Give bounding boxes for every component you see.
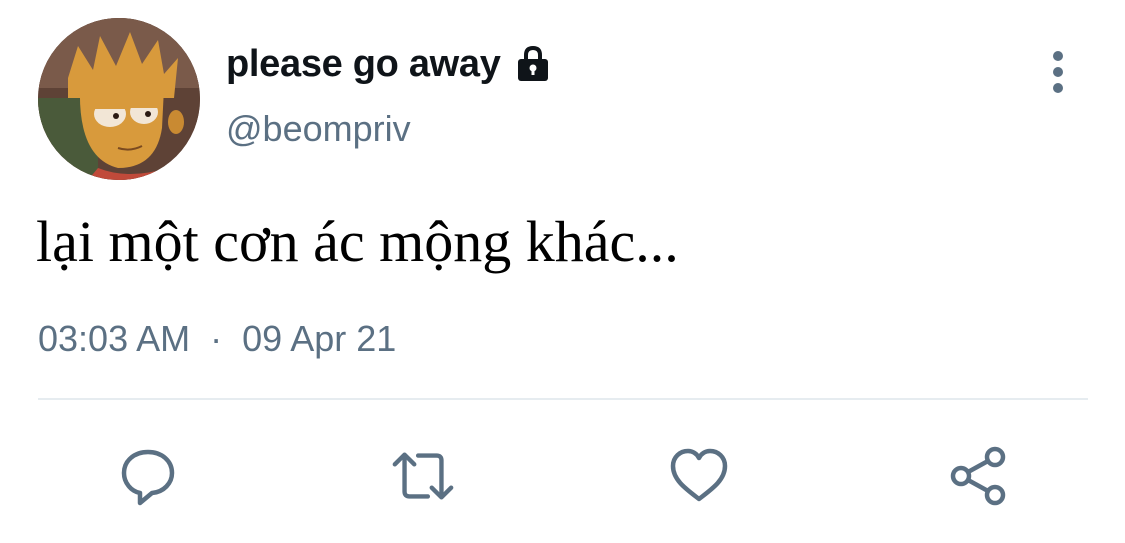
tweet-text: lại một cơn ác mộng khác... [36, 209, 679, 274]
avatar[interactable] [38, 18, 200, 180]
display-name-row[interactable]: please go away [226, 40, 553, 88]
avatar-image [38, 18, 200, 180]
retweet-icon [392, 452, 454, 500]
like-button[interactable] [665, 442, 733, 510]
share-button[interactable] [944, 442, 1012, 510]
user-handle[interactable]: @beompriv [226, 108, 411, 150]
more-options-button[interactable] [1038, 48, 1078, 96]
lock-icon [513, 44, 553, 84]
timestamp-separator: · [210, 318, 223, 359]
tweet-card: please go away @beompriv lại một cơn ác … [0, 0, 1125, 543]
retweet-button[interactable] [389, 442, 457, 510]
more-vertical-icon [1053, 51, 1063, 93]
reply-button[interactable] [114, 442, 182, 510]
divider [38, 398, 1088, 400]
display-name[interactable]: please go away [226, 43, 501, 86]
tweet-date[interactable]: 09 Apr 21 [242, 318, 396, 359]
tweet-timestamp[interactable]: 03:03 AM · 09 Apr 21 [38, 318, 396, 360]
share-icon [950, 446, 1006, 506]
heart-icon [670, 448, 728, 502]
tweet-time[interactable]: 03:03 AM [38, 318, 190, 359]
comment-icon [121, 449, 175, 506]
